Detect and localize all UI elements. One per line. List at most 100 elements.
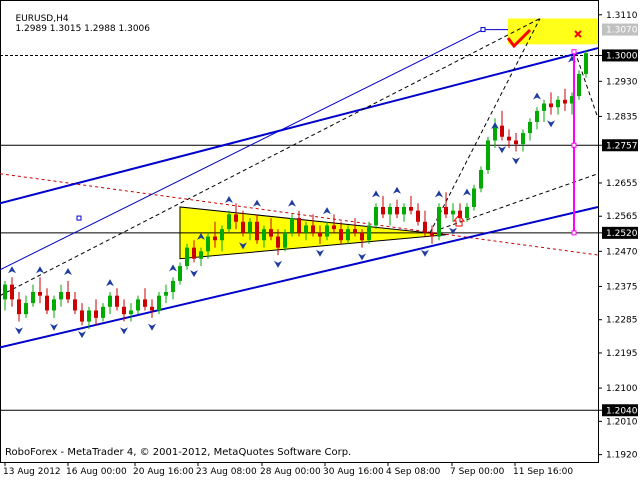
- bull-candle: [465, 206, 469, 219]
- price-tick-label: 1.2100: [606, 384, 638, 394]
- bear-candle: [549, 103, 553, 108]
- angle-line-handle: [480, 27, 486, 33]
- price-chart[interactable]: 1.3110 1.3000 1.2930 1.2835 1.2757 1.2655 1.25…: [0, 0, 640, 480]
- bear-candle: [353, 229, 357, 233]
- bull-candle: [388, 206, 392, 215]
- bull-candle: [178, 266, 182, 281]
- bull-candle: [577, 73, 581, 97]
- bear-candle: [276, 236, 280, 248]
- bear-candle: [213, 236, 217, 241]
- ohlc-values: 1.2989 1.3015 1.2988 1.3006: [15, 24, 151, 34]
- bear-candle: [115, 295, 119, 307]
- bull-candle: [185, 247, 189, 267]
- time-tick-label: 7 Sep 00:00: [450, 467, 505, 477]
- bear-candle: [17, 299, 21, 315]
- time-tick-label: 28 Aug 00:00: [260, 467, 321, 477]
- bear-candle: [45, 295, 49, 311]
- bull-candle: [556, 99, 560, 108]
- price-tick-label: 1.2835: [606, 112, 638, 122]
- price-tick-label: 1.2375: [606, 282, 638, 292]
- bull-candle: [157, 295, 161, 311]
- upper-line-handle: [76, 215, 82, 221]
- bear-candle: [416, 210, 420, 222]
- bear-candle: [80, 310, 84, 322]
- bear-candle: [514, 140, 518, 145]
- price-tick-label: 1.3110: [606, 11, 638, 21]
- bull-candle: [101, 306, 105, 318]
- bull-candle: [402, 206, 406, 215]
- bull-candle: [479, 170, 483, 189]
- forecast-point: [571, 230, 577, 236]
- bear-candle: [395, 206, 399, 215]
- bear-candle: [318, 232, 322, 237]
- bear-candle: [150, 306, 154, 311]
- bear-candle: [311, 225, 315, 233]
- bear-candle: [381, 206, 385, 215]
- bear-candle: [409, 206, 413, 211]
- time-tick-label: 30 Aug 16:00: [323, 467, 384, 477]
- bull-candle: [31, 291, 35, 304]
- bear-candle: [360, 232, 364, 241]
- price-level-label: 1.3070: [606, 26, 638, 36]
- bull-candle: [325, 225, 329, 237]
- bull-candle: [521, 133, 525, 145]
- bull-candle: [584, 53, 588, 74]
- forecast-point: [571, 49, 577, 55]
- bear-candle: [192, 247, 196, 259]
- bear-candle: [234, 214, 238, 222]
- bear-candle: [269, 229, 273, 237]
- bull-candle: [374, 206, 378, 226]
- bull-candle: [220, 229, 224, 241]
- bear-candle: [500, 125, 504, 137]
- time-tick-label: 16 Aug 00:00: [66, 467, 127, 477]
- forecast-point: [571, 142, 577, 148]
- bull-candle: [52, 299, 56, 311]
- bull-candle: [206, 236, 210, 252]
- bull-candle: [199, 251, 203, 259]
- bear-candle: [241, 221, 245, 233]
- bull-candle: [346, 229, 350, 241]
- bull-candle: [136, 299, 140, 311]
- time-tick-label: 13 Aug 2012: [3, 467, 61, 477]
- bull-candle: [171, 280, 175, 292]
- bull-candle: [304, 225, 308, 233]
- bear-candle: [332, 225, 336, 230]
- price-tick-label: 1.2285: [606, 316, 638, 326]
- chart-window: 1.3110 1.3000 1.2930 1.2835 1.2757 1.2655 1.25…: [0, 0, 640, 480]
- price-tick-label: 1.1920: [606, 451, 638, 461]
- bear-candle: [297, 218, 301, 233]
- chart-header: EURUSD,H4 1.2989 1.3015 1.2988 1.3006: [4, 4, 150, 44]
- bull-candle: [290, 218, 294, 233]
- bull-candle: [535, 110, 539, 122]
- copyright-note: RoboForex - MetaTrader 4, © 2001-2012, M…: [5, 447, 352, 458]
- bull-candle: [24, 303, 28, 315]
- price-tick-label: 1.2565: [606, 212, 638, 222]
- symbol-timeframe: EURUSD,H4: [15, 14, 69, 24]
- price-level-label: 1.2040: [606, 406, 638, 416]
- bull-candle: [283, 232, 287, 248]
- bull-candle: [3, 284, 7, 300]
- bear-candle: [339, 229, 343, 241]
- bull-candle: [472, 188, 476, 207]
- time-tick-label: 4 Sep 08:00: [386, 467, 441, 477]
- bull-candle: [87, 310, 91, 322]
- time-tick-label: 23 Aug 08:00: [196, 467, 257, 477]
- bull-candle: [528, 121, 532, 134]
- bull-candle: [437, 206, 441, 237]
- bull-candle: [59, 291, 63, 300]
- bear-candle: [66, 291, 70, 300]
- bull-candle: [227, 214, 231, 230]
- bull-candle: [262, 229, 266, 241]
- bear-candle: [94, 310, 98, 318]
- bear-candle: [10, 284, 14, 300]
- bull-candle: [367, 225, 371, 241]
- bull-candle: [108, 295, 112, 307]
- price-level-label: 1.2520: [606, 229, 638, 239]
- price-tick-label: 1.2010: [606, 417, 638, 427]
- time-tick-label: 11 Sep 16:00: [513, 467, 573, 477]
- price-tick-label: 1.2655: [606, 179, 638, 189]
- bull-candle: [451, 210, 455, 215]
- bear-candle: [423, 221, 427, 233]
- bear-candle: [430, 232, 434, 237]
- bear-candle: [143, 299, 147, 307]
